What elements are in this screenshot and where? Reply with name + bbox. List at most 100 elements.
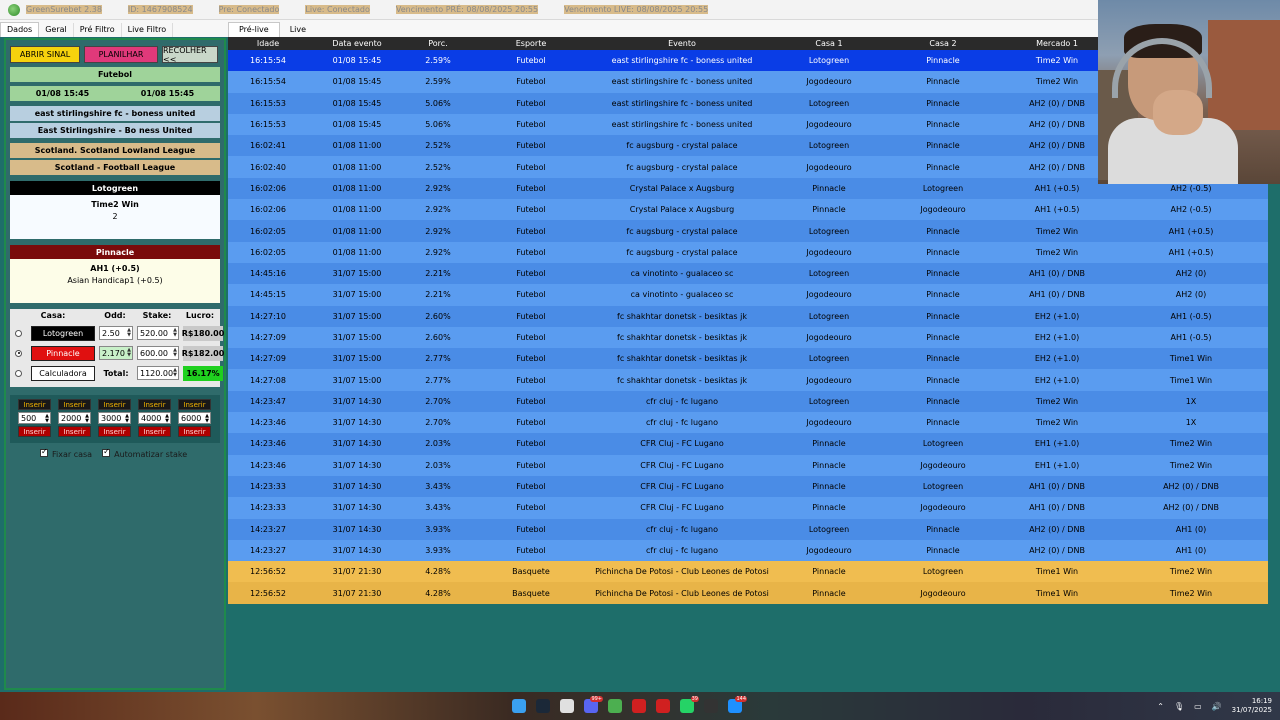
column-header-porc[interactable]: Porc. — [406, 39, 470, 48]
insert-top-3-button[interactable]: Inserir — [98, 399, 131, 410]
tab-live-filtro[interactable]: Live Filtro — [122, 23, 174, 37]
column-header-idade[interactable]: Idade — [228, 39, 308, 48]
table-row[interactable]: 14:27:09 31/07 15:00 2.60% Futebol fc shakht… — [228, 326, 1268, 349]
microphone-icon[interactable]: 🎙 — [1174, 702, 1184, 711]
tab-pre-filtro[interactable]: Pré Filtro — [74, 23, 122, 37]
table-row[interactable]: 14:27:09 31/07 15:00 2.77% Futebol fc shakht… — [228, 348, 1268, 370]
quick-5-spinner-icon[interactable]: ▲ ▼ — [205, 414, 209, 424]
left-tabs: Dados Geral Pré Filtro Live Filtro — [0, 20, 228, 37]
quick-value-2[interactable]: 2000 ▲ ▼ — [58, 412, 91, 424]
table-row[interactable]: 14:27:08 31/07 15:00 2.77% Futebol fc shakht… — [228, 369, 1268, 391]
edge-icon[interactable]: 144 — [728, 696, 747, 713]
chevron-up-icon[interactable]: ⌃ — [1157, 702, 1164, 711]
files-icon[interactable] — [560, 699, 574, 713]
insert-top-5-button[interactable]: Inserir — [178, 399, 211, 410]
steam-icon[interactable] — [536, 699, 550, 713]
clock[interactable]: 16:19 31/07/2025 — [1232, 697, 1272, 715]
cell-idade: 14:27:10 — [250, 311, 286, 321]
insert-bottom-4-button[interactable]: Inserir — [138, 426, 171, 437]
insert-bottom-5-button[interactable]: Inserir — [178, 426, 211, 437]
column-header-esporte[interactable]: Esporte — [470, 39, 592, 48]
odd-2-spinner-icon[interactable]: ▲ ▼ — [127, 348, 131, 358]
insert-bottom-2-button[interactable]: Inserir — [58, 426, 91, 437]
table-row[interactable]: 16:02:05 01/08 11:00 2.92% Futebol fc augsbu… — [228, 220, 1268, 242]
quick-1-spinner-icon[interactable]: ▲ ▼ — [45, 414, 49, 424]
table-row[interactable]: 14:23:47 31/07 14:30 2.70% Futebol cfr cluj … — [228, 390, 1268, 413]
recolher-button[interactable]: RECOLHER << — [162, 46, 218, 64]
column-header-casa-2[interactable]: Casa 2 — [886, 39, 1000, 48]
insert-top-1-button[interactable]: Inserir — [18, 399, 51, 410]
table-row[interactable]: 14:23:46 31/07 14:30 2.03% Futebol CFR Cluj … — [228, 433, 1268, 455]
auto-stake-option[interactable]: Automatizar stake — [102, 447, 187, 459]
table-row[interactable]: 14:23:46 31/07 14:30 2.03% Futebol CFR Cluj … — [228, 454, 1268, 476]
quick-2-spinner-icon[interactable]: ▲ ▼ — [85, 414, 89, 424]
column-header-mercado-1[interactable]: Mercado 1 — [1000, 39, 1114, 48]
column-header-data-evento[interactable]: Data evento — [308, 39, 406, 48]
network-icon[interactable]: ▭ — [1194, 702, 1202, 711]
house-2-radio[interactable] — [15, 349, 22, 357]
column-header-casa-1[interactable]: Casa 1 — [772, 39, 886, 48]
calculadora-radio[interactable] — [15, 369, 22, 377]
opera-icon[interactable] — [632, 699, 646, 713]
quick-3-spinner-icon[interactable]: ▲ ▼ — [125, 414, 129, 424]
column-header-evento[interactable]: Evento — [592, 39, 772, 48]
auto-stake-checkbox[interactable] — [102, 447, 111, 457]
table-row[interactable]: 14:45:15 31/07 15:00 2.21% Futebol ca vinoti… — [228, 284, 1268, 306]
cell-casa-1: Pinnacle — [812, 482, 846, 492]
table-row[interactable]: 14:23:33 31/07 14:30 3.43% Futebol CFR Cluj … — [228, 475, 1268, 498]
table-row[interactable]: 14:23:27 31/07 14:30 3.93% Futebol cfr cluj … — [228, 518, 1268, 540]
action-buttons: ABRIR SINAL PLANILHAR RECOLHER << — [10, 46, 220, 64]
fixar-casa-checkbox[interactable] — [40, 447, 48, 457]
tab-live[interactable]: Live — [280, 23, 316, 37]
cell-porc: 2.92% — [425, 247, 451, 257]
table-row[interactable]: 14:23:27 31/07 14:30 3.93% Futebol cfr cluj … — [228, 539, 1268, 562]
stake-1-input[interactable]: 520.00 ▲ ▼ — [137, 326, 179, 340]
stake-2-spinner-icon[interactable]: ▲ ▼ — [173, 348, 177, 358]
table-row[interactable]: 16:02:05 01/08 11:00 2.92% Futebol fc augsbu… — [228, 241, 1268, 263]
table-row[interactable]: 12:56:52 31/07 21:30 4.28% Basquete Pichinch… — [228, 561, 1268, 583]
insert-top-2-button[interactable]: Inserir — [58, 399, 91, 410]
tab-geral[interactable]: Geral — [39, 23, 74, 37]
cell-casa-1: Jogodeouro — [806, 418, 852, 428]
odd-1-spinner-icon[interactable]: ▲ ▼ — [127, 328, 131, 338]
cell-casa-1: Pinnacle — [812, 439, 846, 449]
table-row[interactable]: 14:45:16 31/07 15:00 2.21% Futebol ca vinoti… — [228, 262, 1268, 285]
quick-value-1[interactable]: 500 ▲ ▼ — [18, 412, 51, 424]
obs-icon[interactable] — [704, 699, 718, 713]
odd-1-input[interactable]: 2.50 ▲ ▼ — [99, 326, 133, 340]
quick-4-spinner-icon[interactable]: ▲ ▼ — [165, 414, 169, 424]
windows-start-icon[interactable] — [512, 699, 526, 713]
stake-1-spinner-icon[interactable]: ▲ ▼ — [173, 328, 177, 338]
fixar-casa-option[interactable]: Fixar casa — [40, 447, 92, 459]
cell-porc: 2.59% — [425, 56, 451, 66]
discord-icon[interactable]: 99+ — [584, 696, 603, 713]
table-row[interactable]: 16:02:06 01/08 11:00 2.92% Futebol Crystal P… — [228, 199, 1268, 221]
app-red-icon[interactable] — [656, 699, 670, 713]
insert-bottom-1-button[interactable]: Inserir — [18, 426, 51, 437]
stake-2-input[interactable]: 600.00 ▲ ▼ — [137, 346, 179, 360]
volume-icon[interactable]: 🔊 — [1212, 702, 1222, 711]
house-2-detail: Asian Handicap1 (+0.5) — [67, 276, 163, 285]
tab-dados[interactable]: Dados — [0, 22, 40, 37]
quick-value-3[interactable]: 3000 ▲ ▼ — [98, 412, 131, 424]
chrome-icon[interactable] — [608, 699, 622, 713]
quick-value-5[interactable]: 6000 ▲ ▼ — [178, 412, 211, 424]
total-input[interactable]: 1120.00 ▲ ▼ — [137, 366, 179, 380]
total-spinner-icon[interactable]: ▲ ▼ — [173, 368, 177, 378]
date-2: 01/08 15:45 — [140, 89, 195, 98]
table-row[interactable]: 14:27:10 31/07 15:00 2.60% Futebol fc shakht… — [228, 305, 1268, 327]
table-row[interactable]: 14:23:33 31/07 14:30 3.43% Futebol CFR Cluj … — [228, 497, 1268, 519]
quick-value-4[interactable]: 4000 ▲ ▼ — [138, 412, 171, 424]
insert-bottom-3-button[interactable]: Inserir — [98, 426, 131, 437]
table-row[interactable]: 12:56:52 31/07 21:30 4.28% Basquete Pichinch… — [228, 582, 1268, 604]
table-row[interactable]: 14:23:46 31/07 14:30 2.70% Futebol cfr cluj … — [228, 412, 1268, 434]
planilhar-button[interactable]: PLANILHAR — [84, 46, 158, 63]
tab-pre-live[interactable]: Pré-live — [228, 22, 280, 37]
cell-casa-1: Lotogreen — [808, 396, 850, 406]
house-1-radio[interactable] — [15, 329, 22, 337]
insert-top-4-button[interactable]: Inserir — [138, 399, 171, 410]
abrir-sinal-button[interactable]: ABRIR SINAL — [10, 46, 80, 63]
odd-2-input[interactable]: 2.170 ▲ ▼ — [99, 346, 133, 360]
cell-casa-2: Jogodeouro — [920, 205, 966, 215]
whatsapp-icon[interactable]: 39 — [680, 696, 699, 713]
